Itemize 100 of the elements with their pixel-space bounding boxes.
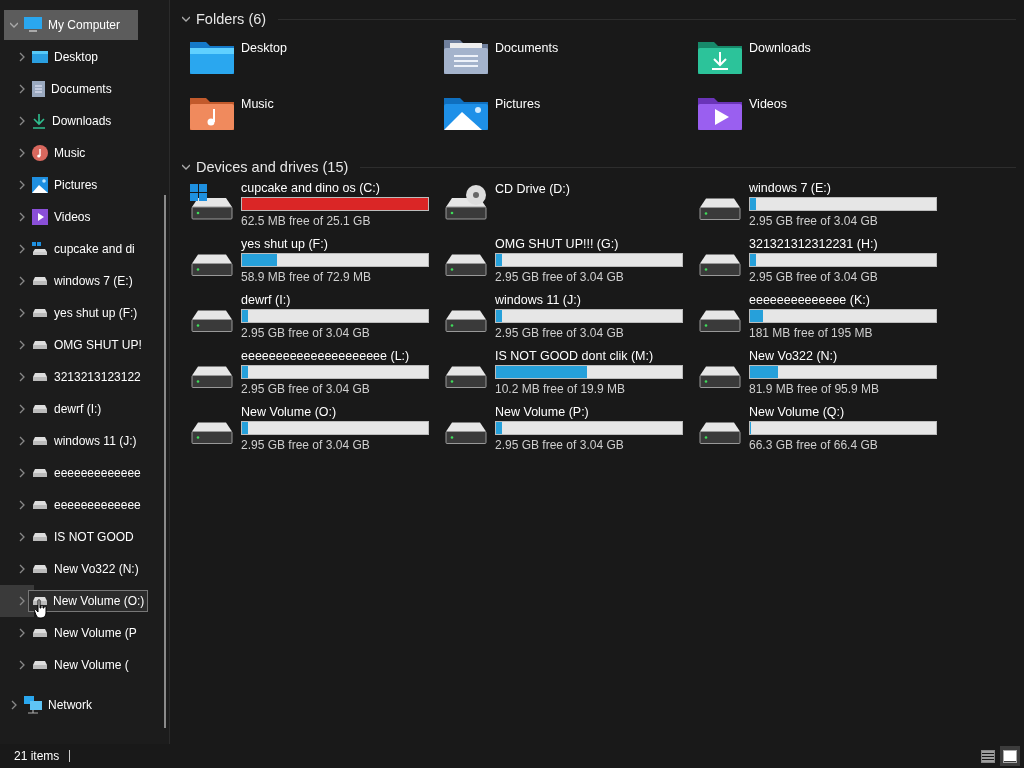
chevron-icon[interactable]: [18, 468, 26, 478]
drive-tile[interactable]: 321321312312231 (H:) 2.95 GB free of 3.04 GB: [698, 236, 952, 292]
drive-tile[interactable]: IS NOT GOOD dont clik (M:) 10.2 MB free of 19.9 MB: [444, 348, 698, 404]
drive-name: New Volume (Q:): [749, 404, 846, 420]
tree-item[interactable]: cupcake and di: [0, 233, 162, 265]
collapse-icon[interactable]: [182, 162, 190, 172]
folder-tile[interactable]: Documents: [444, 36, 698, 92]
drive-tile[interactable]: New Volume (O:) 2.95 GB free of 3.04 GB: [190, 404, 444, 460]
chevron-icon[interactable]: [18, 52, 26, 62]
chevron-icon[interactable]: [18, 308, 26, 318]
tree-label: eeeeeeeeeeeee: [54, 498, 141, 512]
tree-label: Documents: [51, 82, 112, 96]
free-space-text: 66.3 GB free of 66.4 GB: [749, 438, 879, 452]
collapse-icon[interactable]: [182, 14, 190, 24]
drive-name: yes shut up (F:): [241, 236, 329, 252]
chevron-icon[interactable]: [18, 436, 26, 446]
tree-item[interactable]: eeeeeeeeeeeee: [0, 489, 162, 521]
tree-label: Desktop: [54, 50, 99, 64]
tree-item[interactable]: Downloads: [0, 105, 162, 137]
tree-item[interactable]: Music: [0, 137, 162, 169]
hard-drive-icon: [698, 365, 742, 388]
chevron-icon[interactable]: [18, 340, 26, 350]
tree-item[interactable]: OMG SHUT UP!: [0, 329, 162, 361]
chevron-icon[interactable]: [18, 564, 26, 574]
free-space-text: 2.95 GB free of 3.04 GB: [241, 438, 371, 452]
chevron-icon[interactable]: [18, 404, 26, 414]
section-title[interactable]: Folders (6): [196, 11, 267, 27]
free-space-text: 181 MB free of 195 MB: [749, 326, 874, 340]
tree-label: 3213213123122: [54, 370, 141, 384]
drive-tile[interactable]: windows 11 (J:) 2.95 GB free of 3.04 GB: [444, 292, 698, 348]
drive-name: New Volume (O:): [241, 404, 338, 420]
tree-item[interactable]: windows 7 (E:): [0, 265, 162, 297]
drive-tile[interactable]: dewrf (I:) 2.95 GB free of 3.04 GB: [190, 292, 444, 348]
tree-item[interactable]: Documents: [0, 73, 162, 105]
tree-item[interactable]: IS NOT GOOD: [0, 521, 162, 553]
drive-name: eeeeeeeeeeeeee (K:): [749, 292, 871, 308]
chevron-icon[interactable]: [10, 20, 18, 30]
folder-tile[interactable]: Desktop: [190, 36, 444, 92]
drive-tile[interactable]: New Volume (P:) 2.95 GB free of 3.04 GB: [444, 404, 698, 460]
chevron-icon[interactable]: [18, 180, 26, 190]
chevron-icon[interactable]: [18, 116, 26, 126]
free-space-text: 2.95 GB free of 3.04 GB: [495, 438, 625, 452]
tiles-view-button[interactable]: [1000, 746, 1020, 766]
tree-item[interactable]: dewrf (I:): [0, 393, 162, 425]
tree-item[interactable]: 3213213123122: [0, 361, 162, 393]
drive-tile[interactable]: CD Drive (D:): [444, 180, 698, 236]
folder-tile[interactable]: Music: [190, 92, 444, 148]
drive-tile[interactable]: cupcake and dino os (C:) 62.5 MB free of 25.1 GB: [190, 180, 444, 236]
tree-label: New Vo322 (N:): [54, 562, 139, 576]
chevron-icon[interactable]: [18, 276, 26, 286]
tree-item[interactable]: yes shut up (F:): [0, 297, 162, 329]
chevron-icon[interactable]: [18, 244, 26, 254]
tree-label: OMG SHUT UP!: [54, 338, 142, 352]
section-title[interactable]: Devices and drives (15): [196, 159, 349, 175]
drive-tile[interactable]: New Vo322 (N:) 81.9 MB free of 95.9 MB: [698, 348, 952, 404]
drive-tile[interactable]: eeeeeeeeeeeeeeeeeeeee (L:) 2.95 GB free of 3.04 GB: [190, 348, 444, 404]
drive-name: windows 7 (E:): [749, 180, 832, 196]
drive-name: New Vo322 (N:): [749, 348, 839, 364]
drive-name: New Volume (P:): [495, 404, 590, 420]
desktop-icon: [32, 50, 48, 64]
tree-item[interactable]: Desktop: [0, 41, 162, 73]
drive-tile[interactable]: OMG SHUT UP!!! (G:) 2.95 GB free of 3.04 GB: [444, 236, 698, 292]
drive-icon: [32, 532, 48, 542]
folder-tile[interactable]: Pictures: [444, 92, 698, 148]
chevron-icon[interactable]: [18, 148, 26, 158]
drive-tile[interactable]: New Volume (Q:) 66.3 GB free of 66.4 GB: [698, 404, 952, 460]
free-space-text: 81.9 MB free of 95.9 MB: [749, 382, 881, 396]
tree-item[interactable]: My Computer: [4, 10, 138, 40]
scrollbar[interactable]: [164, 195, 166, 728]
tree-item[interactable]: New Volume (: [0, 649, 162, 681]
tree-item[interactable]: New Volume (P: [0, 617, 162, 649]
drive-tile[interactable]: windows 7 (E:) 2.95 GB free of 3.04 GB: [698, 180, 952, 236]
chevron-icon[interactable]: [18, 628, 26, 638]
tree-label: Music: [54, 146, 86, 160]
drive-tile[interactable]: eeeeeeeeeeeeee (K:) 181 MB free of 195 MB: [698, 292, 952, 348]
tree-item[interactable]: eeeeeeeeeeeee: [0, 457, 162, 489]
chevron-icon[interactable]: [18, 660, 26, 670]
folder-tile[interactable]: Videos: [698, 92, 952, 148]
folder-tile[interactable]: Downloads: [698, 36, 952, 92]
hand-cursor-icon: [34, 599, 48, 619]
chevron-icon[interactable]: [10, 700, 18, 710]
tree-label: Pictures: [54, 178, 98, 192]
chevron-icon[interactable]: [18, 500, 26, 510]
drive-icon: [32, 242, 48, 256]
tree-item[interactable]: Pictures: [0, 169, 162, 201]
tree-item[interactable]: Videos: [0, 201, 162, 233]
tree-item[interactable]: New Vo322 (N:): [0, 553, 162, 585]
chevron-icon[interactable]: [18, 84, 26, 94]
drive-icon: [32, 468, 48, 478]
folder-name: Pictures: [495, 97, 541, 111]
tree-item[interactable]: Network: [0, 689, 169, 721]
chevron-icon[interactable]: [18, 212, 26, 222]
drive-name: CD Drive (D:): [495, 181, 571, 197]
free-space-text: 2.95 GB free of 3.04 GB: [241, 382, 371, 396]
chevron-icon[interactable]: [18, 596, 26, 606]
drive-tile[interactable]: yes shut up (F:) 58.9 MB free of 72.9 MB: [190, 236, 444, 292]
chevron-icon[interactable]: [18, 532, 26, 542]
chevron-icon[interactable]: [18, 372, 26, 382]
drive-icon: [32, 660, 48, 670]
tree-item[interactable]: windows 11 (J:): [0, 425, 162, 457]
